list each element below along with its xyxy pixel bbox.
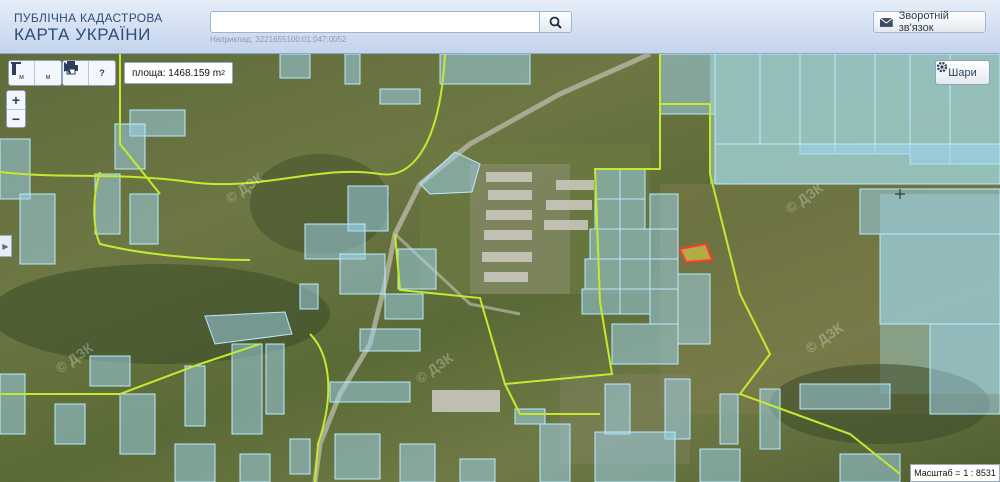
feedback-button[interactable]: Зворотній зв'язок: [873, 10, 986, 34]
area-label: площа: 1468.159 m: [132, 67, 222, 79]
map-canvas[interactable]: © ДЗК © ДЗК © ДЗК © ДЗК © ДЗК м м ? площ…: [0, 54, 1000, 482]
zoom-out-button[interactable]: −: [7, 109, 25, 127]
pointer-question-icon: [64, 62, 73, 74]
scale-label: Масштаб =: [914, 468, 961, 478]
sidebar-toggle-button[interactable]: ▶: [0, 235, 12, 257]
search-icon: [549, 16, 562, 29]
info-question-mark: ?: [99, 68, 105, 78]
watermark: © ДЗК: [413, 349, 457, 386]
measure-toolbar: м м: [8, 60, 62, 86]
search-button[interactable]: [539, 11, 572, 33]
search-input[interactable]: [210, 11, 540, 33]
measure-area-unit: м: [45, 73, 51, 81]
search-hint: Наприклад: 3221655100:01:047:0052: [210, 35, 347, 44]
site-logo[interactable]: ПУБЛІЧНА КАДАСТРОВА КАРТА УКРАЇНИ: [14, 11, 163, 45]
feedback-label: Зворотній зв'язок: [898, 10, 949, 34]
info-button[interactable]: ?: [64, 61, 115, 85]
layers-label: Шари: [948, 66, 977, 79]
layers-button[interactable]: Шари: [935, 60, 990, 85]
zoom-in-button[interactable]: +: [7, 91, 25, 109]
zoom-control: + −: [6, 90, 26, 128]
logo-subtitle: ПУБЛІЧНА КАДАСТРОВА: [14, 11, 163, 25]
ruler-area-icon: [11, 62, 21, 75]
measure-area-button[interactable]: м: [11, 61, 61, 85]
satellite-imagery: © ДЗК © ДЗК © ДЗК © ДЗК © ДЗК: [0, 54, 1000, 482]
print-info-toolbar: ?: [62, 60, 116, 86]
scale-indicator: Масштаб = 1 : 8531: [910, 464, 1000, 482]
top-header: ПУБЛІЧНА КАДАСТРОВА КАРТА УКРАЇНИ Наприк…: [0, 0, 1000, 54]
area-measurement-popup: площа: 1468.159 m2: [124, 62, 233, 84]
envelope-icon: [880, 17, 893, 27]
gear-icon: [936, 61, 948, 73]
logo-title: КАРТА УКРАЇНИ: [14, 25, 151, 44]
area-unit-sup: 2: [221, 69, 225, 77]
scale-value: 1 : 8531: [963, 468, 996, 478]
